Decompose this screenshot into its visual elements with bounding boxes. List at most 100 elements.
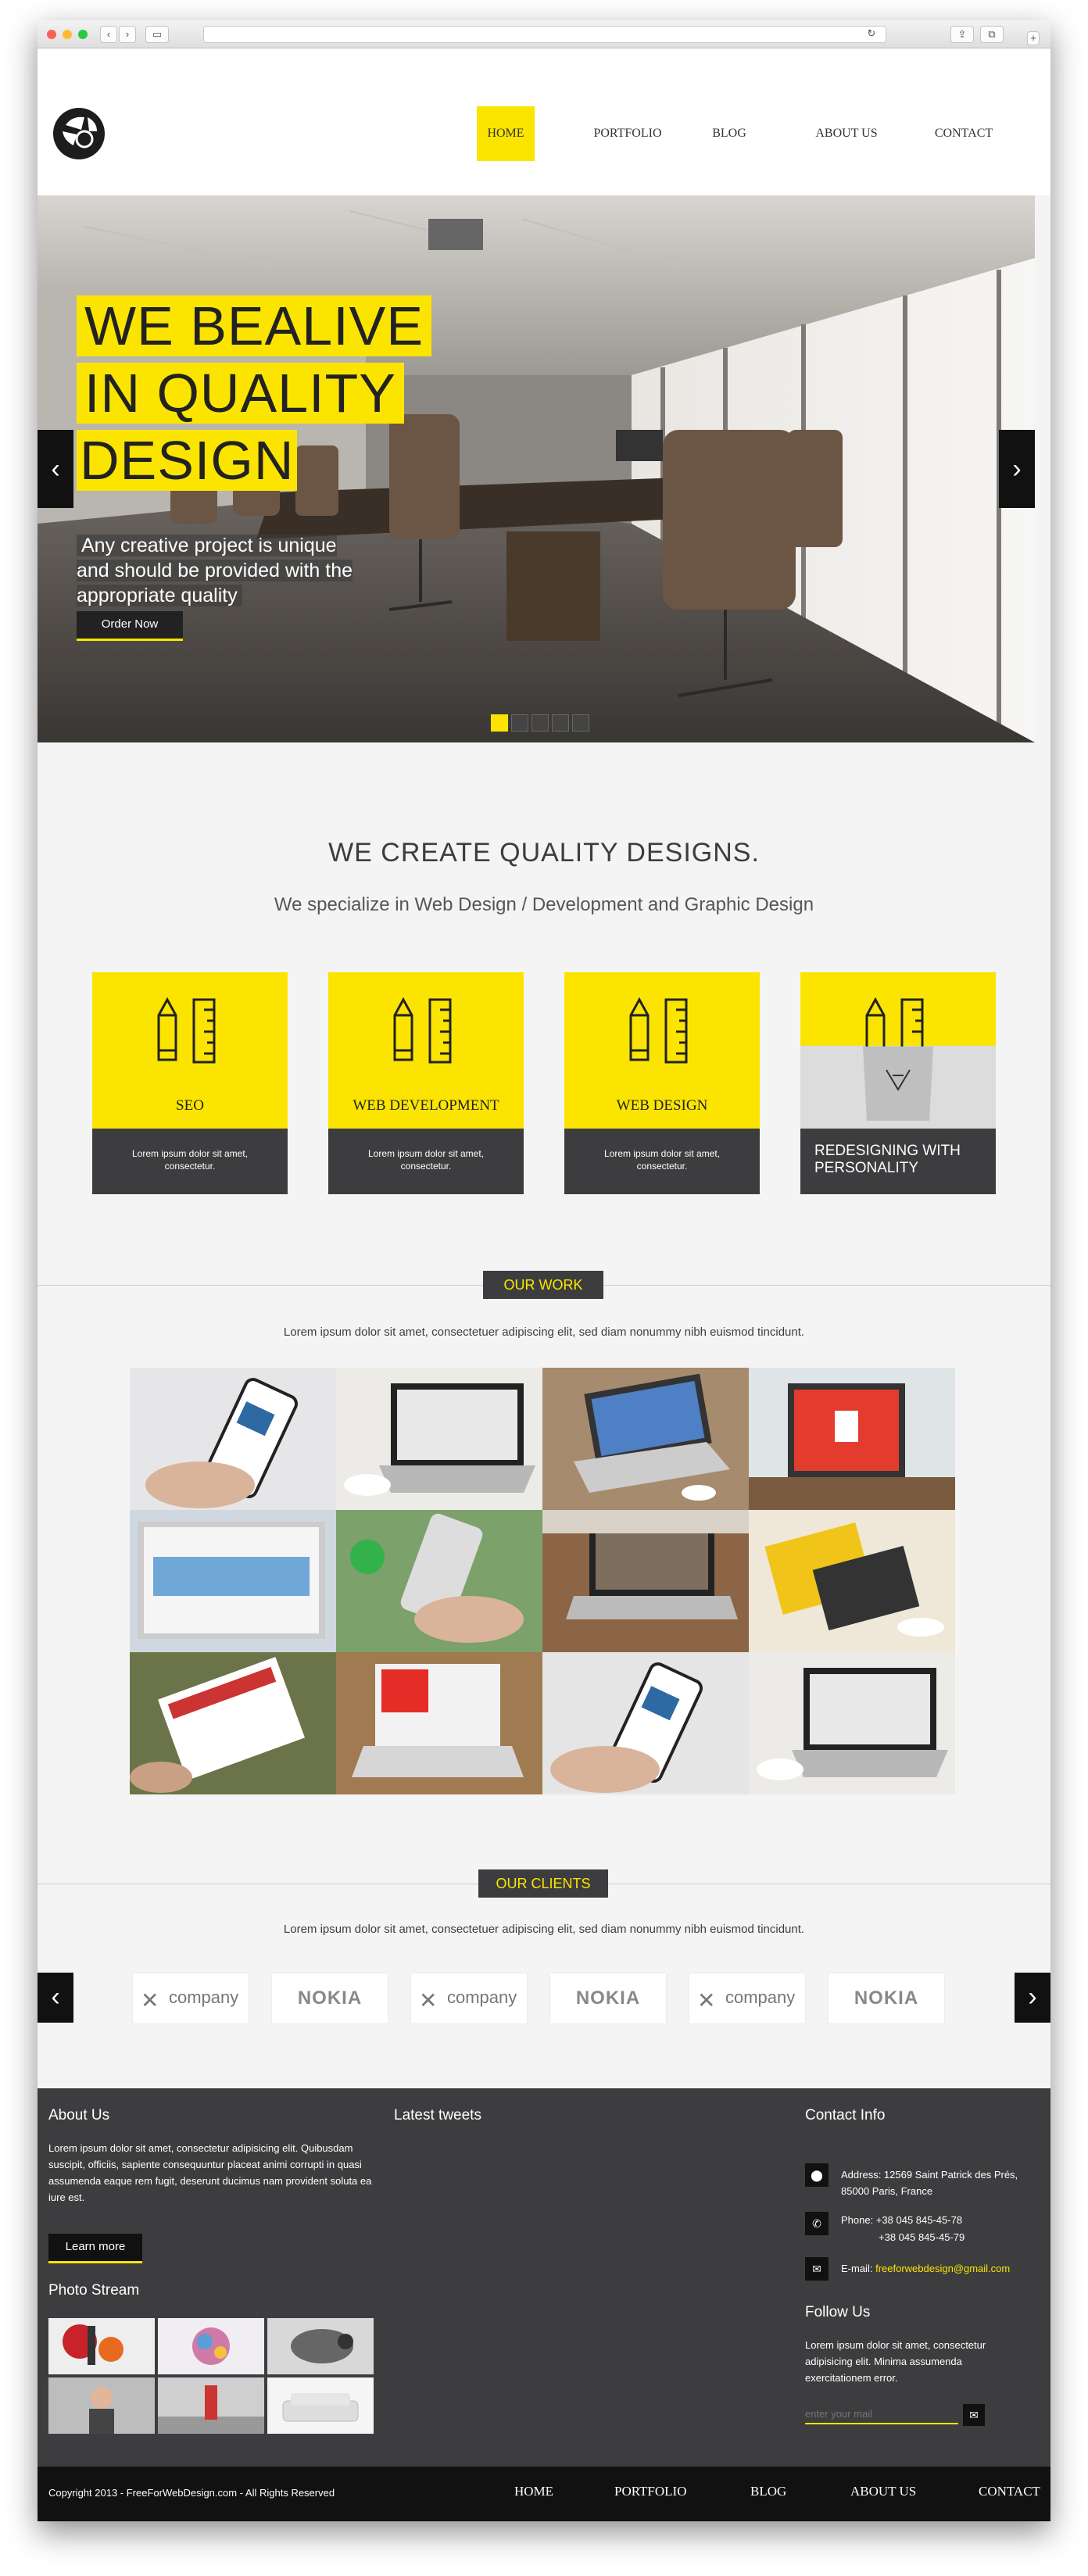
service-card-redesigning[interactable]: REDESIGNING WITH PERSONALITY: [800, 972, 996, 1194]
photo-stream-thumb[interactable]: [48, 2318, 155, 2374]
slide-dot-5[interactable]: [572, 714, 589, 732]
slide-dot-2[interactable]: [511, 714, 528, 732]
learn-more-button[interactable]: Learn more: [48, 2234, 142, 2263]
clients-prev-chevron-icon[interactable]: ‹: [38, 1973, 73, 2023]
new-tab-icon[interactable]: +: [1027, 31, 1040, 45]
pencil-ruler-icon: [629, 996, 688, 1064]
service-label: REDESIGNING WITH PERSONALITY: [800, 1129, 996, 1194]
x-mark-icon: ✕: [419, 1988, 438, 2012]
envelope-icon: ✉: [805, 2257, 829, 2281]
phone-line-1: Phone: +38 045 845-45-78: [841, 2214, 963, 2226]
zoom-dot[interactable]: [78, 30, 88, 39]
our-clients-tag: OUR CLIENTS: [478, 1869, 608, 1898]
latest-tweets-title: Latest tweets: [394, 2107, 481, 2123]
intro-title: WE CREATE QUALITY DESIGNS.: [328, 838, 760, 868]
nav-contact[interactable]: CONTACT: [929, 106, 999, 161]
photo-stream-title: Photo Stream: [48, 2282, 140, 2299]
nav-home[interactable]: HOME: [477, 106, 535, 161]
slide-dot-4[interactable]: [552, 714, 569, 732]
forward-arrow-icon[interactable]: ›: [119, 26, 136, 43]
service-description: Lorem ipsum dolor sit amet, consectetur.: [564, 1129, 760, 1194]
service-label: WEB DEVELOPMENT: [353, 1097, 499, 1114]
slide-dot-3[interactable]: [531, 714, 549, 732]
tabs-icon[interactable]: ⧉: [980, 26, 1004, 43]
service-card-web-development[interactable]: WEB DEVELOPMENT Lorem ipsum dolor sit am…: [328, 972, 524, 1194]
share-icon[interactable]: ⇪: [950, 26, 974, 43]
portfolio-item[interactable]: [542, 1368, 749, 1510]
location-pin-icon: ⬤: [805, 2163, 829, 2187]
portfolio-item[interactable]: [749, 1652, 955, 1794]
phone-line-2: +38 045 845-45-79: [879, 2231, 965, 2243]
x-mark-icon: ✕: [697, 1988, 716, 2012]
close-dot[interactable]: [47, 30, 56, 39]
portfolio-item[interactable]: [336, 1368, 542, 1510]
newsletter-email-input[interactable]: [805, 2404, 958, 2424]
nav-about[interactable]: ABOUT US: [803, 106, 889, 161]
portfolio-item[interactable]: [749, 1510, 955, 1652]
photo-stream-thumb[interactable]: [48, 2377, 155, 2434]
client-logo[interactable]: ✕ company: [689, 1973, 805, 2023]
contact-info-title: Contact Info: [805, 2107, 886, 2123]
slide-dot-1[interactable]: [491, 714, 508, 732]
site-logo[interactable]: [53, 108, 105, 159]
chevron-left-icon[interactable]: ‹: [38, 430, 73, 508]
footer-nav-about[interactable]: ABOUT US: [850, 2484, 916, 2499]
reload-icon[interactable]: ↻: [864, 27, 879, 41]
sidebar-icon[interactable]: ▭: [145, 26, 169, 43]
follow-us-title: Follow Us: [805, 2304, 871, 2320]
service-card-web-design[interactable]: WEB DESIGN Lorem ipsum dolor sit amet, c…: [564, 972, 760, 1194]
portfolio-item[interactable]: [130, 1510, 336, 1652]
minimize-dot[interactable]: [63, 30, 72, 39]
order-now-button[interactable]: Order Now: [77, 611, 183, 641]
send-mail-icon[interactable]: ✉: [963, 2404, 985, 2426]
email-link[interactable]: freeforwebdesign@gmail.com: [875, 2263, 1010, 2274]
site-footer: About Us Lorem ipsum dolor sit amet, con…: [38, 2088, 1050, 2467]
hero-headline-line1: WE BEALIVE: [77, 295, 432, 356]
back-arrow-icon[interactable]: ‹: [100, 26, 117, 43]
photo-stream-thumb[interactable]: [158, 2318, 264, 2374]
nav-portfolio[interactable]: PORTFOLIO: [585, 106, 671, 161]
footer-nav-contact[interactable]: CONTACT: [979, 2484, 1040, 2499]
about-title: About Us: [48, 2107, 110, 2123]
client-logo[interactable]: ✕ company: [133, 1973, 249, 2023]
portfolio-item[interactable]: [130, 1368, 336, 1510]
footer-nav-home[interactable]: HOME: [514, 2484, 553, 2499]
pencil-ruler-icon: [800, 996, 996, 1129]
client-logo[interactable]: NOKIA: [272, 1973, 388, 2023]
client-logo[interactable]: ✕ company: [411, 1973, 527, 2023]
portfolio-item[interactable]: [749, 1368, 955, 1510]
client-logo[interactable]: NOKIA: [550, 1973, 666, 2023]
service-description: Lorem ipsum dolor sit amet, consectetur.: [92, 1129, 288, 1194]
portfolio-item[interactable]: [130, 1652, 336, 1794]
nav-blog[interactable]: BLOG: [702, 106, 757, 161]
hero-headline-line3: DESIGN: [77, 430, 298, 491]
portfolio-item[interactable]: [542, 1510, 749, 1652]
service-description: Lorem ipsum dolor sit amet, consectetur.: [328, 1129, 524, 1194]
browser-toolbar: ‹ › ▭ ↻ ⇪ ⧉ +: [38, 20, 1050, 48]
web-page: HOME PORTFOLIO BLOG ABOUT US CONTACT WE …: [38, 48, 1050, 2521]
photo-stream-thumb[interactable]: [267, 2318, 374, 2374]
photo-stream-thumb[interactable]: [267, 2377, 374, 2434]
address-text: Address: 12569 Saint Patrick des Prés, 8…: [841, 2169, 1018, 2197]
intro-subtitle: We specialize in Web Design / Developmen…: [274, 894, 814, 915]
about-text: Lorem ipsum dolor sit amet, consectetur …: [48, 2142, 372, 2203]
chevron-right-icon[interactable]: ›: [999, 430, 1035, 508]
clients-next-chevron-icon[interactable]: ›: [1015, 1973, 1050, 2023]
photo-stream-thumb[interactable]: [158, 2377, 264, 2434]
copyright-text: Copyright 2013 - FreeForWebDesign.com - …: [48, 2487, 335, 2499]
x-mark-icon: ✕: [141, 1988, 159, 2012]
email-line: E-mail: freeforwebdesign@gmail.com: [841, 2263, 1011, 2274]
our-work-tag: OUR WORK: [483, 1271, 603, 1299]
portfolio-item[interactable]: [336, 1652, 542, 1794]
hero-subtitle: Any creative project is unique and shoul…: [77, 535, 353, 606]
address-bar[interactable]: [203, 26, 886, 43]
service-card-seo[interactable]: SEO Lorem ipsum dolor sit amet, consecte…: [92, 972, 288, 1194]
portfolio-item[interactable]: [336, 1510, 542, 1652]
footer-nav-blog[interactable]: BLOG: [750, 2484, 786, 2499]
footer-nav-portfolio[interactable]: PORTFOLIO: [614, 2484, 687, 2499]
client-logo[interactable]: NOKIA: [829, 1973, 944, 2023]
portfolio-item[interactable]: [542, 1652, 749, 1794]
whatsapp-icon: ✆: [805, 2212, 829, 2235]
bottom-bar: Copyright 2013 - FreeForWebDesign.com - …: [38, 2467, 1050, 2521]
screenshot: ‹ › ▭ ↻ ⇪ ⧉ + HOME PORTFOLIO BLOG ABOUT: [0, 0, 1088, 2576]
